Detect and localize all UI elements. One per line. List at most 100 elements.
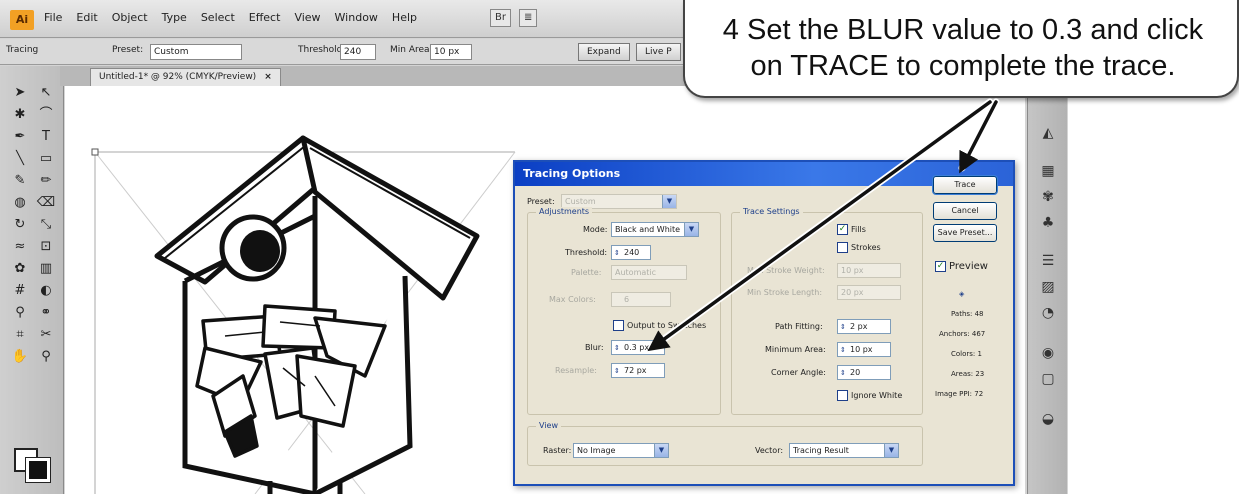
- gradient-panel-icon[interactable]: ▨: [1038, 278, 1058, 296]
- vector-label: Vector:: [755, 446, 784, 455]
- resample-label: Resample:: [555, 366, 597, 375]
- pen-tool-icon[interactable]: ✒: [10, 128, 30, 146]
- max-colors-field[interactable]: 6: [611, 292, 671, 307]
- max-stroke-weight-field[interactable]: 10 px: [837, 263, 901, 278]
- graphic-styles-panel-icon[interactable]: ▢: [1038, 370, 1058, 388]
- scale-tool-icon[interactable]: ⤡: [36, 216, 56, 234]
- close-icon[interactable]: ×: [264, 72, 272, 82]
- threshold-field[interactable]: ⇕ 240: [611, 245, 651, 260]
- stroke-swatch[interactable]: [25, 457, 51, 483]
- callout-text: 4 Set the BLUR value to 0.3 and click on…: [695, 12, 1231, 84]
- spinner-icon[interactable]: ⇕: [840, 321, 846, 333]
- menu-select[interactable]: Select: [201, 11, 235, 24]
- menu-edit[interactable]: Edit: [76, 11, 97, 24]
- document-tab[interactable]: Untitled-1* @ 92% (CMYK/Preview) ×: [90, 68, 281, 86]
- menu-object[interactable]: Object: [112, 11, 148, 24]
- mode-dropdown[interactable]: Black and White ▼: [611, 222, 699, 237]
- min-stroke-length-field[interactable]: 20 px: [837, 285, 901, 300]
- resample-field[interactable]: ⇕ 72 px: [611, 363, 665, 378]
- menu-effect[interactable]: Effect: [249, 11, 281, 24]
- color-panel-icon[interactable]: ◭: [1038, 124, 1058, 142]
- symbol-sprayer-tool-icon[interactable]: ✿: [10, 260, 30, 278]
- appearance-panel-icon[interactable]: ◉: [1038, 344, 1058, 362]
- scissors-tool-icon[interactable]: ✂: [36, 326, 56, 344]
- chevron-down-icon: ▼: [884, 444, 898, 457]
- spinner-icon[interactable]: ⇕: [614, 342, 620, 354]
- swatches-panel-icon[interactable]: ▦: [1038, 162, 1058, 180]
- symbols-panel-icon[interactable]: ♣: [1038, 214, 1058, 232]
- right-dock: ◭ ▦ ✾ ♣ ☰ ▨ ◔ ◉ ▢ ◒: [1027, 66, 1067, 494]
- blur-field[interactable]: ⇕ 0.3 px: [611, 340, 665, 355]
- raster-dropdown[interactable]: No Image ▼: [573, 443, 669, 458]
- control-min-area-field[interactable]: 10 px: [430, 44, 472, 60]
- max-stroke-weight-label: Max Stroke Weight:: [747, 266, 825, 275]
- palette-dropdown[interactable]: Automatic: [611, 265, 687, 280]
- expand-button[interactable]: Expand: [578, 43, 630, 61]
- blend-tool-icon[interactable]: ⚭: [36, 304, 56, 322]
- slice-tool-icon[interactable]: ⌗: [10, 326, 30, 344]
- spinner-icon[interactable]: ⇕: [840, 344, 846, 356]
- document-tab-title: Untitled-1* @ 92% (CMYK/Preview): [99, 72, 257, 82]
- live-paint-button[interactable]: Live P: [636, 43, 681, 61]
- output-to-swatches-label: Output to Swatches: [627, 321, 707, 330]
- preview-checkbox[interactable]: ✓: [935, 261, 946, 272]
- mode-value: Black and White: [615, 225, 681, 234]
- gradient-tool-icon[interactable]: ◐: [36, 282, 56, 300]
- paintbrush-tool-icon[interactable]: ✎: [10, 172, 30, 190]
- save-preset-button[interactable]: Save Preset...: [933, 224, 997, 242]
- mesh-tool-icon[interactable]: #: [10, 282, 30, 300]
- control-preset-field[interactable]: Custom: [150, 44, 242, 60]
- arrange-documents-button[interactable]: ≣: [518, 9, 538, 27]
- path-fitting-field[interactable]: ⇕ 2 px: [837, 319, 891, 334]
- menu-window[interactable]: Window: [335, 11, 378, 24]
- vector-value: Tracing Result: [793, 446, 849, 455]
- zoom-tool-icon[interactable]: ⚲: [36, 348, 56, 366]
- pencil-tool-icon[interactable]: ✏: [36, 172, 56, 190]
- areas-stat: Areas: 23: [951, 370, 985, 378]
- menu-type[interactable]: Type: [162, 11, 187, 24]
- lasso-tool-icon[interactable]: ⌒: [36, 106, 56, 124]
- menu-file[interactable]: File: [44, 11, 62, 24]
- magic-wand-tool-icon[interactable]: ✱: [10, 106, 30, 124]
- minimum-area-label: Minimum Area:: [765, 345, 826, 354]
- eyedropper-tool-icon[interactable]: ⚲: [10, 304, 30, 322]
- trace-settings-group: Trace Settings: [731, 207, 923, 415]
- line-tool-icon[interactable]: ╲: [10, 150, 30, 168]
- layers-panel-icon[interactable]: ◒: [1038, 410, 1058, 428]
- transparency-panel-icon[interactable]: ◔: [1038, 304, 1058, 322]
- eraser-tool-icon[interactable]: ⌫: [36, 194, 56, 212]
- corner-angle-label: Corner Angle:: [771, 368, 826, 377]
- spinner-icon[interactable]: ⇕: [840, 367, 846, 379]
- blob-brush-tool-icon[interactable]: ◍: [10, 194, 30, 212]
- control-min-area-label: Min Area:: [390, 45, 433, 55]
- spinner-icon[interactable]: ⇕: [614, 365, 620, 377]
- corner-angle-field[interactable]: ⇕ 20: [837, 365, 891, 380]
- fills-checkbox[interactable]: ✓: [837, 224, 848, 235]
- strokes-checkbox[interactable]: [837, 242, 848, 253]
- menu-items: File Edit Object Type Select Effect View…: [44, 11, 417, 24]
- direct-selection-tool-icon[interactable]: ↖: [36, 84, 56, 102]
- warp-tool-icon[interactable]: ≈: [10, 238, 30, 256]
- hand-tool-icon[interactable]: ✋: [10, 348, 30, 366]
- ignore-white-checkbox[interactable]: [837, 390, 848, 401]
- free-transform-tool-icon[interactable]: ⊡: [36, 238, 56, 256]
- selection-tool-icon[interactable]: ➤: [10, 84, 30, 102]
- chevron-down-icon: ▼: [654, 444, 668, 457]
- bridge-button[interactable]: Br: [490, 9, 511, 27]
- menu-help[interactable]: Help: [392, 11, 417, 24]
- output-to-swatches-checkbox[interactable]: [613, 320, 624, 331]
- trace-button[interactable]: Trace: [932, 175, 998, 195]
- control-threshold-field[interactable]: 240: [340, 44, 376, 60]
- callout-line-1: 4 Set the BLUR value to 0.3 and click: [722, 14, 1204, 46]
- minimum-area-field[interactable]: ⇕ 10 px: [837, 342, 891, 357]
- brushes-panel-icon[interactable]: ✾: [1038, 188, 1058, 206]
- menu-view[interactable]: View: [294, 11, 320, 24]
- graph-tool-icon[interactable]: ▥: [36, 260, 56, 278]
- stroke-panel-icon[interactable]: ☰: [1038, 252, 1058, 270]
- spinner-icon[interactable]: ⇕: [614, 247, 620, 259]
- type-tool-icon[interactable]: T: [36, 128, 56, 146]
- vector-dropdown[interactable]: Tracing Result ▼: [789, 443, 899, 458]
- rectangle-tool-icon[interactable]: ▭: [36, 150, 56, 168]
- cancel-button[interactable]: Cancel: [933, 202, 997, 220]
- rotate-tool-icon[interactable]: ↻: [10, 216, 30, 234]
